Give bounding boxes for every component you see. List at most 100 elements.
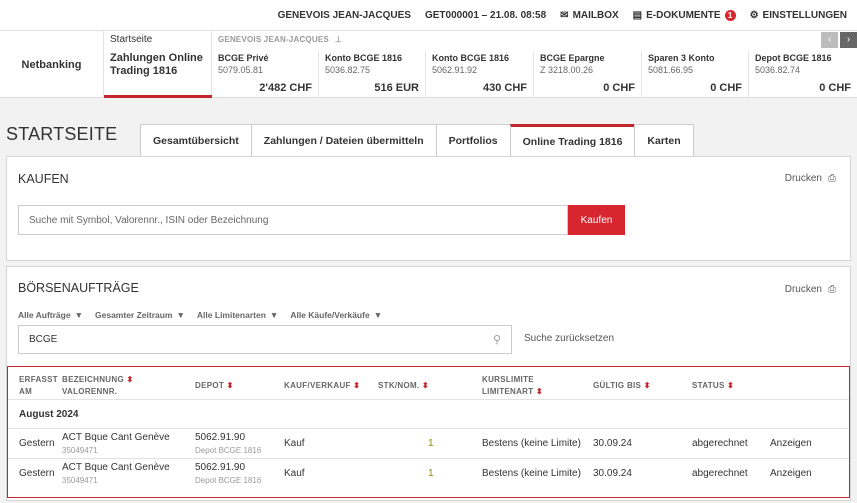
cell-name: ACT Bque Cant Genève bbox=[62, 462, 170, 473]
tab-gesamtuebersicht[interactable]: Gesamtübersicht bbox=[140, 124, 251, 157]
pin-icon[interactable]: ⊥ bbox=[335, 35, 342, 44]
sort-icon: ⬍ bbox=[126, 375, 134, 384]
cell-qty: 1 bbox=[428, 468, 434, 479]
filter-label: Gesamter Zeitraum bbox=[95, 310, 173, 320]
account-card[interactable]: Sparen 3 Konto 5081.66.95 0 CHF bbox=[642, 51, 749, 98]
cell-valid: 30.09.24 bbox=[593, 468, 632, 479]
search-icon[interactable]: ⚲ bbox=[493, 333, 501, 346]
header-label: DEPOT bbox=[195, 381, 225, 390]
tab-online-trading[interactable]: Online Trading 1816 bbox=[509, 124, 635, 158]
session-info: GET000001 – 21.08. 08:58 bbox=[424, 9, 547, 21]
header-gueltig[interactable]: GÜLTIG BIS ⬍ bbox=[593, 380, 651, 392]
header-kurslimite[interactable]: KURSLIMITE LIMITENART ⬍ bbox=[482, 374, 543, 398]
account-card[interactable]: BCGE Privé 5079.05.81 2'482 CHF bbox=[212, 51, 319, 98]
account-balance: 0 CHF bbox=[710, 82, 742, 94]
sort-icon: ⬍ bbox=[535, 387, 543, 396]
account-name: BCGE Epargne bbox=[540, 53, 605, 63]
document-icon: ▤ bbox=[632, 9, 643, 21]
account-number: 5079.05.81 bbox=[218, 65, 264, 75]
filter-label: Alle Käufe/Verkäufe bbox=[290, 310, 370, 320]
header-depot[interactable]: DEPOT ⬍ bbox=[195, 380, 234, 392]
tab-zahlungen[interactable]: Zahlungen / Dateien übermitteln bbox=[250, 124, 436, 157]
sort-icon: ⬍ bbox=[422, 381, 430, 390]
buy-search-input[interactable]: Suche mit Symbol, Valorennr., ISIN oder … bbox=[18, 205, 568, 235]
cell-status: abgerechnet bbox=[692, 468, 748, 479]
gear-icon: ⚙ bbox=[749, 9, 759, 21]
mail-icon: ✉ bbox=[560, 9, 569, 21]
account-number: 5081.66.95 bbox=[648, 65, 694, 75]
header-kauf-verkauf[interactable]: KAUF/VERKAUF ⬍ bbox=[284, 380, 360, 392]
account-card[interactable]: Depot BCGE 1816 5036.82.74 0 CHF bbox=[749, 51, 857, 98]
account-number: Z 3218.00.26 bbox=[540, 65, 594, 75]
cell-side: Kauf bbox=[284, 468, 305, 479]
filter-label: Alle Limitenarten bbox=[196, 310, 266, 320]
table-row[interactable]: Gestern ACT Bque Cant Genève 35049471 50… bbox=[8, 459, 849, 489]
filter-auftraege[interactable]: Alle Aufträge ▼ bbox=[18, 310, 83, 320]
header-label: LIMITENART bbox=[482, 387, 534, 396]
account-card[interactable]: Konto BCGE 1816 5036.82.75 516 EUR bbox=[319, 51, 426, 98]
sort-icon: ⬍ bbox=[643, 381, 651, 390]
header-label: GÜLTIG BIS bbox=[593, 381, 642, 390]
show-link[interactable]: Anzeigen bbox=[770, 438, 812, 449]
cell-limit: Bestens (keine Limite) bbox=[482, 438, 581, 449]
cell-valor: 35049471 bbox=[62, 446, 98, 455]
cell-limit: Bestens (keine Limite) bbox=[482, 468, 581, 479]
header-label: KAUF/VERKAUF bbox=[284, 381, 351, 390]
account-number: 5036.82.74 bbox=[755, 65, 801, 75]
account-name: Depot BCGE 1816 bbox=[755, 53, 832, 63]
prev-arrow-icon[interactable]: ‹ bbox=[821, 32, 838, 48]
cell-name: ACT Bque Cant Genève bbox=[62, 432, 170, 443]
header-stk[interactable]: STK/NOM. ⬍ bbox=[378, 380, 429, 392]
buy-button[interactable]: Kaufen bbox=[568, 205, 625, 235]
mailbox-link[interactable]: ✉ MAILBOX bbox=[560, 10, 619, 21]
account-name: Konto BCGE 1816 bbox=[432, 53, 510, 63]
cell-valid: 30.09.24 bbox=[593, 438, 632, 449]
cell-valor: 35049471 bbox=[62, 476, 98, 485]
header-label: STATUS bbox=[692, 381, 725, 390]
tab-portfolios[interactable]: Portfolios bbox=[435, 124, 510, 157]
next-arrow-icon[interactable]: › bbox=[840, 32, 857, 48]
account-balance: 516 EUR bbox=[374, 82, 419, 94]
header-label: BEZEICHNUNG bbox=[62, 375, 124, 384]
show-link[interactable]: Anzeigen bbox=[770, 468, 812, 479]
settings-link[interactable]: ⚙ EINSTELLUNGEN bbox=[750, 10, 847, 21]
edokumente-label: E-DOKUMENTE bbox=[646, 9, 721, 21]
filter-bar: Alle Aufträge ▼ Gesamter Zeitraum ▼ Alle L… bbox=[18, 310, 382, 320]
nav-startseite[interactable]: Startseite Zahlungen Online Trading 1816 bbox=[104, 31, 212, 98]
sort-icon: ⬍ bbox=[226, 381, 234, 390]
filter-icon: ▼ bbox=[74, 310, 84, 320]
printer-icon: ⎙ bbox=[828, 284, 836, 295]
cell-side: Kauf bbox=[284, 438, 305, 449]
header-label: VALORENNR. bbox=[62, 387, 118, 396]
account-name: BCGE Privé bbox=[218, 53, 269, 63]
filter-limitenarten[interactable]: Alle Limitenarten ▼ bbox=[197, 310, 278, 320]
active-indicator bbox=[104, 95, 212, 98]
filter-kaeufe[interactable]: Alle Käufe/Verkäufe ▼ bbox=[290, 310, 382, 320]
orders-title: BÖRSENAUFTRÄGE bbox=[18, 281, 139, 295]
cell-qty: 1 bbox=[428, 438, 434, 449]
account-card[interactable]: Konto BCGE 1816 5062.91.92 430 CHF bbox=[426, 51, 534, 98]
table-row[interactable]: Gestern ACT Bque Cant Genève 35049471 50… bbox=[8, 429, 849, 459]
edokumente-link[interactable]: ▤ E-DOKUMENTE 1 bbox=[632, 9, 736, 21]
header-erfasst[interactable]: ERFASST AM bbox=[19, 374, 58, 398]
cell-date: Gestern bbox=[19, 468, 55, 479]
netbanking-link[interactable]: Netbanking bbox=[0, 31, 104, 98]
tab-karten[interactable]: Karten bbox=[634, 124, 694, 157]
filter-zeitraum[interactable]: Gesamter Zeitraum ▼ bbox=[95, 310, 185, 320]
cell-depot: 5062.91.90 bbox=[195, 432, 246, 443]
header-status[interactable]: STATUS ⬍ bbox=[692, 380, 734, 392]
page-title: STARTSEITE bbox=[6, 124, 118, 144]
header-bezeichnung[interactable]: BEZEICHNUNG ⬍ VALORENNR. bbox=[62, 374, 134, 398]
reset-search-link[interactable]: Suche zurücksetzen bbox=[524, 333, 614, 344]
buy-title: KAUFEN bbox=[18, 172, 69, 186]
account-card[interactable]: BCGE Epargne Z 3218.00.26 0 CHF bbox=[534, 51, 642, 98]
sort-icon: ⬍ bbox=[353, 381, 361, 390]
settings-label: EINSTELLUNGEN bbox=[762, 9, 847, 21]
cell-status: abgerechnet bbox=[692, 438, 748, 449]
orders-search-input[interactable]: BCGE ⚲ bbox=[18, 325, 512, 354]
buy-print-link[interactable]: Drucken ⎙ bbox=[785, 173, 836, 184]
orders-print-link[interactable]: Drucken ⎙ bbox=[785, 284, 836, 295]
header-label: AM bbox=[19, 387, 33, 396]
print-label: Drucken bbox=[784, 173, 822, 184]
account-name: Sparen 3 Konto bbox=[648, 53, 715, 63]
